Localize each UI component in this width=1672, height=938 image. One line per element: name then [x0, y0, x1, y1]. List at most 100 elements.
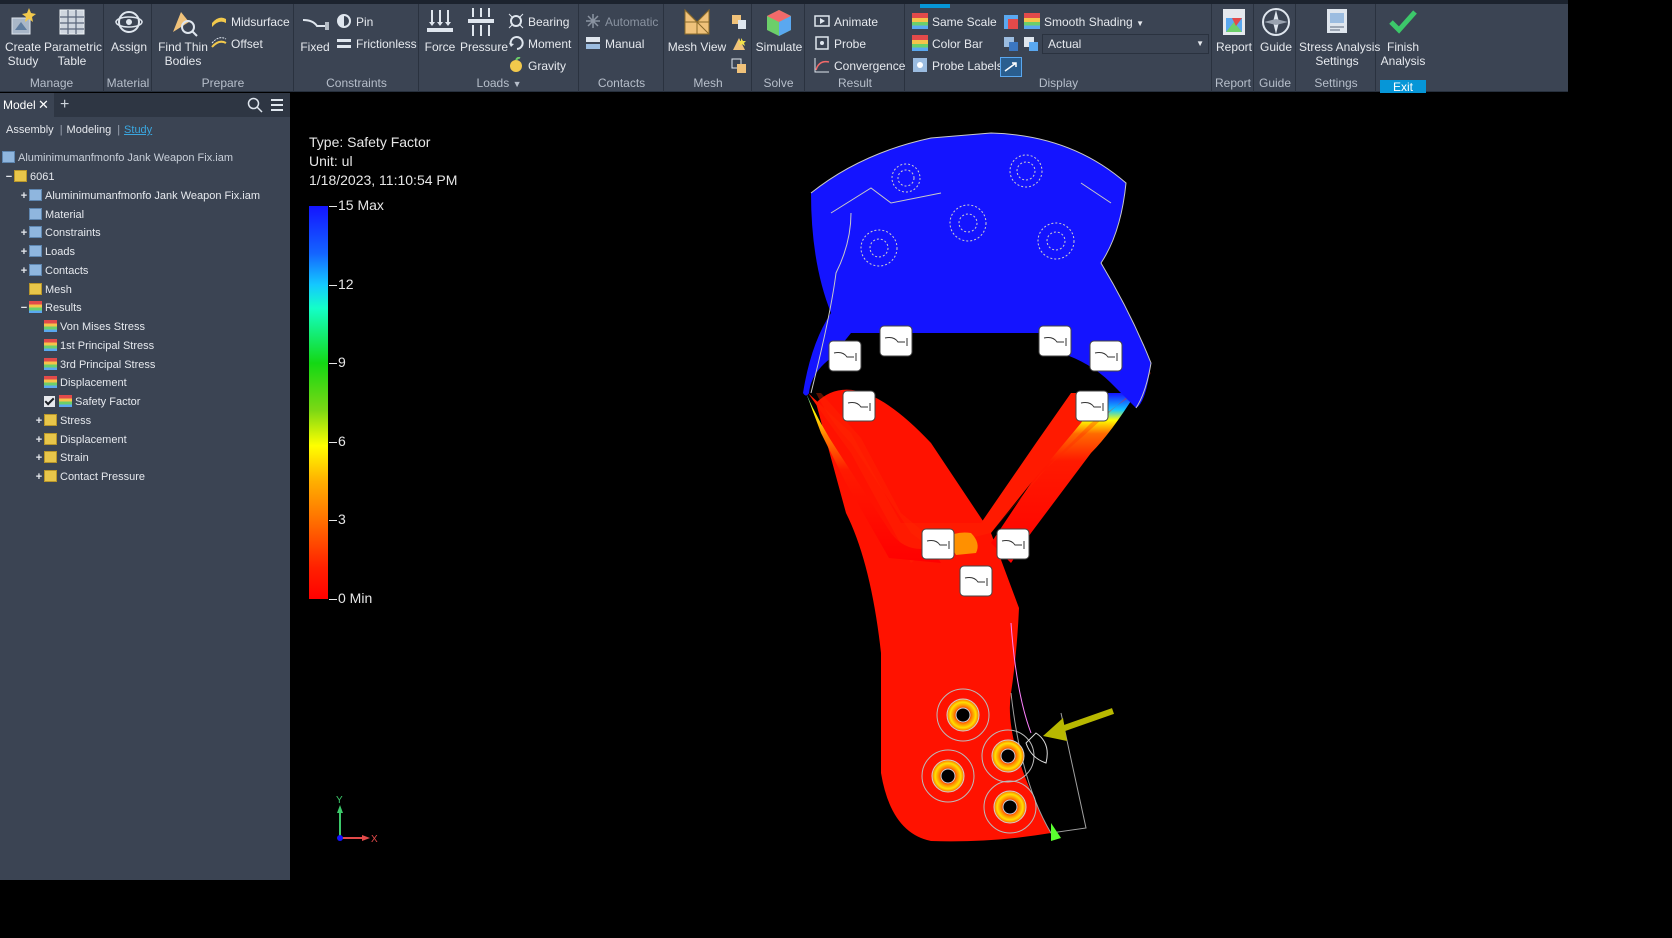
offset-button[interactable]: Offset: [211, 34, 263, 54]
tree-node[interactable]: Material: [19, 206, 84, 224]
pressure-button[interactable]: Pressure: [460, 6, 508, 54]
group-label-loads[interactable]: Loads ▼: [420, 75, 578, 91]
guide-button[interactable]: Guide: [1257, 6, 1295, 54]
subtab-assembly[interactable]: Assembly: [6, 124, 54, 136]
probe-labels-button[interactable]: Probe Labels: [912, 56, 1003, 76]
force-button[interactable]: Force: [422, 6, 458, 54]
tree-node[interactable]: Mesh: [19, 281, 72, 299]
graphics-viewport[interactable]: Type: Safety Factor Unit: ul 1/18/2023, …: [291, 93, 1568, 880]
close-tab-icon[interactable]: ✕: [38, 93, 49, 117]
parametric-table-button[interactable]: Parametric Table: [44, 6, 102, 68]
expand-toggle-icon[interactable]: +: [19, 243, 29, 261]
local-mesh-control-icon[interactable]: [731, 36, 747, 52]
ribbon: Create Study Parametric Table Manage Ass…: [0, 0, 1568, 95]
bearing-label: Bearing: [528, 15, 570, 29]
color-bar-label: Color Bar: [932, 37, 983, 51]
group-label-contacts: Contacts: [597, 76, 646, 90]
part-model[interactable]: [291, 93, 1568, 880]
bearing-button[interactable]: Bearing: [508, 12, 569, 32]
simulate-button[interactable]: Simulate: [755, 6, 803, 54]
smooth-shading-dropdown[interactable]: Smooth Shading ▼: [1024, 12, 1144, 32]
expand-toggle-icon[interactable]: −: [19, 299, 29, 317]
gravity-button[interactable]: Gravity: [508, 56, 566, 76]
menu-icon[interactable]: [270, 98, 284, 112]
search-icon[interactable]: [247, 97, 263, 113]
tree-node[interactable]: + Stress: [34, 412, 91, 430]
group-label-mesh: Mesh: [693, 76, 723, 90]
mesh-settings-icon[interactable]: [731, 14, 747, 30]
color-bar-button[interactable]: Color Bar: [912, 34, 983, 54]
result-icon: [44, 338, 57, 351]
deformation-scale-select[interactable]: Actual ▼: [1042, 34, 1209, 54]
tree-node[interactable]: + Strain: [34, 449, 89, 467]
expand-toggle-icon[interactable]: +: [19, 224, 29, 242]
force-label: Force: [424, 40, 456, 54]
tree-node[interactable]: Von Mises Stress: [34, 318, 145, 336]
find-thin-bodies-button[interactable]: Find Thin Bodies: [156, 6, 210, 68]
tree-root-label: Aluminimumanfmonfo Jank Weapon Fix.iam: [18, 152, 233, 164]
subtab-study[interactable]: Study: [124, 124, 152, 136]
add-tab-icon[interactable]: +: [60, 93, 69, 117]
expand-toggle-icon[interactable]: −: [4, 168, 14, 186]
tree-node[interactable]: − Results: [19, 299, 82, 317]
result-icon: [59, 395, 72, 407]
shading-icon[interactable]: [1003, 14, 1019, 30]
pin-label: Pin: [356, 15, 374, 29]
probe-button[interactable]: Probe: [814, 34, 866, 54]
tree-node[interactable]: + Aluminimumanfmonfo Jank Weapon Fix.iam: [19, 187, 260, 205]
finish-analysis-button[interactable]: Finish Analysis: [1377, 6, 1429, 68]
frictionless-icon: [337, 39, 351, 48]
displacement-arrows-button[interactable]: [1000, 57, 1022, 77]
tree-node[interactable]: + Constraints: [19, 224, 101, 242]
convergence-button[interactable]: Convergence: [814, 56, 905, 76]
group-solve: Simulate Solve: [753, 4, 805, 92]
animate-button[interactable]: Animate: [814, 12, 878, 32]
tree-node-label: 1st Principal Stress: [60, 339, 155, 352]
mesh-view-button[interactable]: Mesh View: [667, 6, 727, 54]
moment-button[interactable]: Moment: [508, 34, 571, 54]
probe-labels-icon: [913, 58, 927, 72]
tree-node-label: Contacts: [45, 264, 89, 277]
midsurface-button[interactable]: Midsurface: [211, 12, 290, 32]
fixed-button[interactable]: Fixed: [297, 6, 333, 54]
manual-button[interactable]: Manual: [585, 34, 644, 54]
create-study-button[interactable]: Create Study: [3, 6, 43, 68]
tree-node[interactable]: Displacement: [34, 374, 127, 392]
stress-analysis-settings-button[interactable]: Stress Analysis Settings: [1299, 6, 1380, 68]
convergence-settings-icon[interactable]: [731, 58, 747, 74]
tree-node[interactable]: + Contacts: [19, 262, 88, 280]
tree-node[interactable]: 1st Principal Stress: [34, 337, 154, 355]
subtab-modeling[interactable]: Modeling: [67, 124, 112, 136]
report-button[interactable]: Report: [1215, 6, 1253, 54]
results-icon: [29, 301, 42, 314]
tree-node[interactable]: + Displacement: [34, 431, 127, 449]
automatic-button[interactable]: Automatic: [585, 12, 658, 32]
same-scale-button[interactable]: Same Scale: [912, 12, 997, 32]
expand-toggle-icon[interactable]: +: [34, 412, 44, 430]
tab-model[interactable]: Model ✕: [0, 93, 54, 117]
tree-node[interactable]: 3rd Principal Stress: [34, 356, 155, 374]
assign-button[interactable]: Assign: [109, 6, 149, 54]
checkbox-checked-icon[interactable]: [44, 396, 55, 407]
view-triad[interactable]: Y X: [326, 793, 386, 853]
tree-node-label: Strain: [60, 452, 89, 465]
expand-toggle-icon[interactable]: +: [34, 431, 44, 449]
same-scale-icon: [912, 13, 928, 29]
assign-label: Assign: [110, 40, 148, 54]
assign-material-icon: [115, 11, 143, 33]
pressure-label: Pressure: [460, 40, 509, 54]
deformation-icon[interactable]: [1003, 36, 1019, 52]
deformation-scale-icon[interactable]: [1023, 36, 1039, 52]
frictionless-button[interactable]: Frictionless: [336, 34, 417, 54]
tree-root-assembly[interactable]: Aluminimumanfmonfo Jank Weapon Fix.iam: [2, 149, 233, 167]
tree-node[interactable]: + Loads: [19, 243, 75, 261]
tree-node[interactable]: + Contact Pressure: [34, 468, 145, 486]
tree-node[interactable]: − 6061: [4, 168, 54, 186]
tree-node[interactable]: Safety Factor: [34, 393, 140, 411]
expand-toggle-icon[interactable]: +: [19, 262, 29, 280]
expand-toggle-icon[interactable]: +: [34, 468, 44, 486]
expand-toggle-icon[interactable]: +: [34, 449, 44, 467]
pin-button[interactable]: Pin: [336, 12, 373, 32]
pressure-icon: [468, 8, 494, 36]
expand-toggle-icon[interactable]: +: [19, 187, 29, 205]
